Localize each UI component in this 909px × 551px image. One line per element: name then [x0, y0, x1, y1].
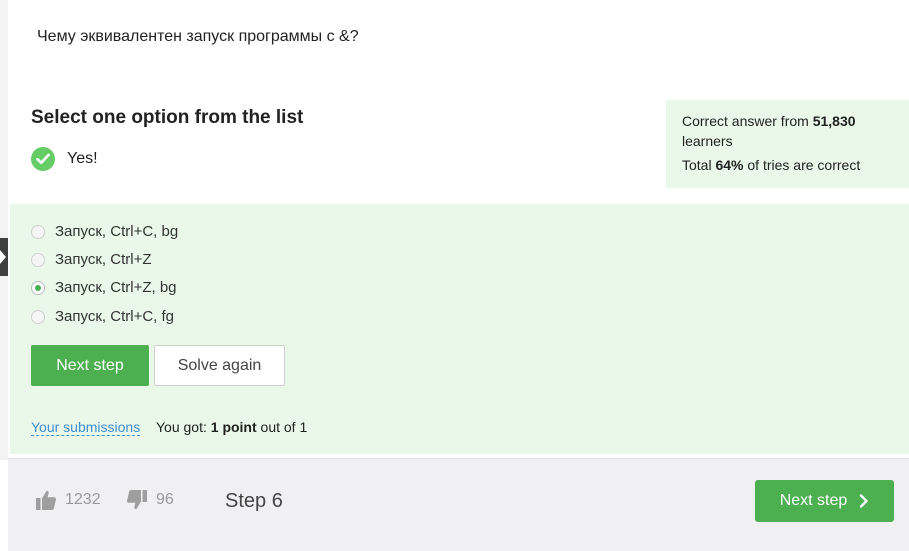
next-step-button[interactable]: Next step: [31, 345, 149, 386]
stats-percent-line: Total 64% of tries are correct: [682, 155, 893, 175]
stats-correct-prefix: Correct answer from: [682, 113, 813, 129]
footer-next-step-label: Next step: [779, 492, 848, 509]
chevron-right-icon: [859, 494, 869, 508]
stats-learners-count: 51,830: [812, 113, 856, 129]
radio-button-selected[interactable]: [31, 280, 45, 295]
like-count: 1232: [65, 491, 101, 508]
stats-total-prefix: Total: [682, 157, 716, 173]
sidebar-toggle-chevron-left-icon[interactable]: [0, 238, 8, 276]
option-label: Запуск, Ctrl+Z, bg: [55, 279, 177, 296]
option-item[interactable]: Запуск, Ctrl+C, fg: [31, 308, 174, 325]
dislike-button[interactable]: 96: [126, 489, 174, 511]
stats-total-suffix: of tries are correct: [743, 157, 861, 173]
thumbs-up-icon: [35, 489, 57, 511]
option-item[interactable]: Запуск, Ctrl+Z, bg: [31, 279, 177, 296]
stats-percent: 64%: [715, 157, 744, 173]
thumbs-down-icon: [126, 489, 148, 511]
stats-learners: Correct answer from 51,830 learners: [682, 111, 893, 151]
dislike-count: 96: [156, 491, 174, 508]
step-label: Step 6: [225, 490, 283, 512]
like-button[interactable]: 1232: [35, 489, 101, 511]
radio-button[interactable]: [31, 252, 45, 267]
points-prefix: You got:: [156, 419, 211, 435]
option-item[interactable]: Запуск, Ctrl+C, bg: [31, 223, 178, 240]
stats-learners-suffix: learners: [682, 133, 733, 149]
quiz-title: Select one option from the list: [31, 107, 304, 128]
option-item[interactable]: Запуск, Ctrl+Z: [31, 251, 152, 268]
your-submissions-link[interactable]: Your submissions: [31, 419, 141, 436]
verdict: Yes!: [31, 147, 98, 171]
points-summary: You got: 1 point out of 1: [156, 419, 307, 435]
answer-panel: [10, 204, 909, 454]
solve-again-button[interactable]: Solve again: [154, 345, 285, 386]
radio-button[interactable]: [31, 309, 45, 324]
points-suffix: out of 1: [256, 419, 308, 435]
check-circle-icon: [31, 147, 55, 171]
step-footer: 1232 96 Step 6 Next step: [8, 458, 909, 551]
stats-box: Correct answer from 51,830 learners Tota…: [666, 100, 909, 188]
points-value: 1 point: [210, 419, 257, 435]
verdict-text: Yes!: [67, 150, 98, 167]
option-label: Запуск, Ctrl+Z: [55, 251, 152, 268]
radio-button[interactable]: [31, 224, 45, 239]
option-label: Запуск, Ctrl+C, fg: [55, 308, 175, 325]
option-label: Запуск, Ctrl+C, bg: [55, 223, 179, 240]
left-rail: [0, 0, 8, 460]
question-text: Чему эквивалентен запуск программы с &?: [37, 28, 359, 45]
footer-next-step-button[interactable]: Next step: [755, 480, 894, 522]
